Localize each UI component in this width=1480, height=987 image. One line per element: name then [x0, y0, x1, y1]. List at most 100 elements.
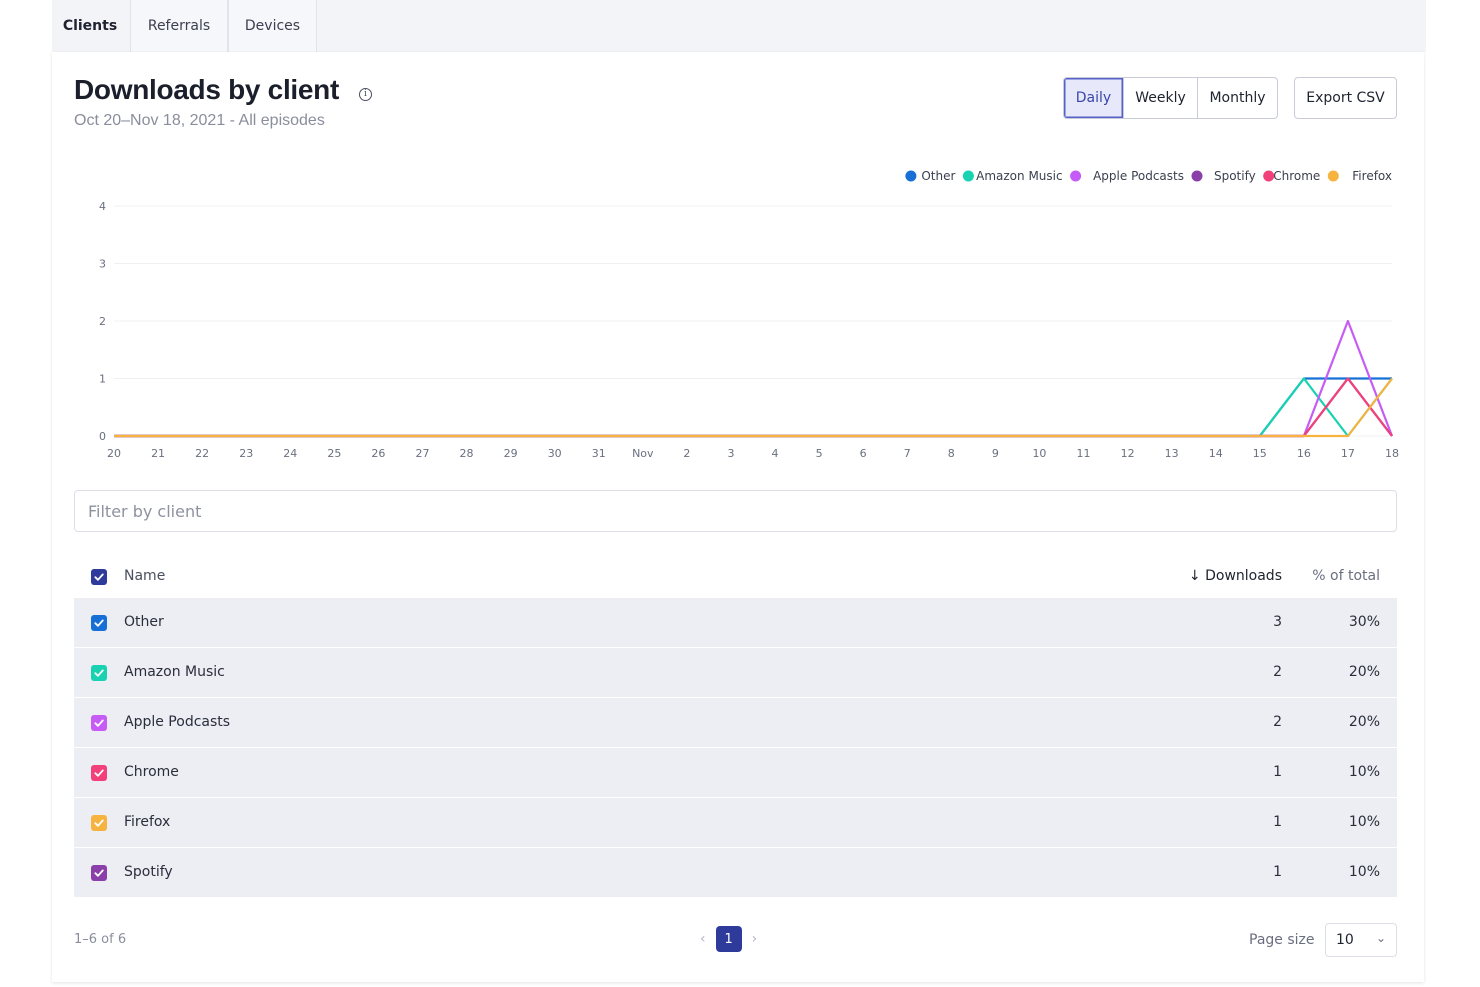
table-header: Name ↓ Downloads % of total — [74, 554, 1397, 598]
table-row[interactable]: Other 3 30% — [74, 598, 1397, 648]
x-tick-label: 28 — [460, 447, 474, 460]
x-tick-label: 13 — [1165, 447, 1179, 460]
row-checkbox[interactable] — [91, 665, 107, 681]
client-name: Spotify — [124, 864, 173, 880]
tab-bar: Clients Referrals Devices — [52, 0, 1426, 52]
download-count: 3 — [1273, 614, 1282, 630]
x-tick-label: 4 — [772, 447, 779, 460]
client-table-body: Other 3 30% Amazon Music 2 20% Apple Podcasts 2… — [74, 598, 1397, 898]
info-icon[interactable]: i — [359, 88, 372, 101]
page-size-select[interactable]: 10 ⌄ — [1325, 923, 1397, 957]
y-tick-label: 0 — [99, 430, 106, 443]
x-tick-label: 16 — [1297, 447, 1311, 460]
table-row[interactable]: Chrome 1 10% — [74, 748, 1397, 798]
percent-of-total: 20% — [1348, 664, 1380, 680]
y-tick-label: 3 — [99, 258, 106, 271]
table-row[interactable]: Spotify 1 10% — [74, 848, 1397, 898]
next-page-icon[interactable]: › — [752, 931, 758, 947]
x-tick-label: 22 — [195, 447, 209, 460]
period-toggle: Daily Weekly Monthly — [1063, 77, 1278, 119]
x-tick-label: 10 — [1032, 447, 1046, 460]
legend-label: Amazon Music — [976, 169, 1062, 183]
legend-dot — [1070, 170, 1082, 182]
date-range-subtitle: Oct 20–Nov 18, 2021 - All episodes — [74, 112, 325, 129]
daily-button[interactable]: Daily — [1064, 78, 1124, 118]
series-line-firefox — [114, 377, 1393, 438]
legend-label: Apple Podcasts — [1093, 169, 1184, 183]
page-size-label: Page size — [1249, 932, 1315, 948]
x-tick-label: 12 — [1121, 447, 1135, 460]
percent-of-total: 20% — [1348, 714, 1380, 730]
client-name: Amazon Music — [124, 664, 225, 680]
download-count: 2 — [1273, 714, 1282, 730]
x-tick-label: 3 — [727, 447, 734, 460]
x-tick-label: 15 — [1253, 447, 1267, 460]
legend-label: Other — [921, 169, 955, 183]
page-title: Downloads by client — [74, 74, 340, 105]
prev-page-icon[interactable]: ‹ — [700, 931, 706, 947]
tab-devices[interactable]: Devices — [228, 0, 317, 52]
table-row[interactable]: Firefox 1 10% — [74, 798, 1397, 848]
tab-clients[interactable]: Clients — [52, 0, 128, 52]
result-count: 1–6 of 6 — [74, 932, 127, 947]
series-line-amazon-music — [114, 377, 1393, 438]
x-tick-label: 21 — [151, 447, 165, 460]
row-checkbox[interactable] — [91, 815, 107, 831]
column-percent[interactable]: % of total — [1312, 568, 1380, 584]
x-tick-label: 20 — [107, 447, 121, 460]
x-tick-label: 7 — [904, 447, 911, 460]
download-count: 1 — [1273, 864, 1282, 880]
x-tick-label: 11 — [1077, 447, 1091, 460]
x-tick-label: 2 — [683, 447, 690, 460]
pagination: ‹ 1 › — [700, 926, 757, 952]
x-tick-label: 18 — [1385, 447, 1399, 460]
row-checkbox[interactable] — [91, 865, 107, 881]
percent-of-total: 10% — [1348, 764, 1380, 780]
select-all-checkbox[interactable] — [91, 569, 107, 585]
x-tick-label: 25 — [327, 447, 341, 460]
filter-client-input[interactable]: Filter by client — [74, 490, 1397, 532]
chevron-down-icon: ⌄ — [1375, 931, 1386, 945]
row-checkbox[interactable] — [91, 715, 107, 731]
legend-dot — [905, 170, 917, 182]
row-checkbox[interactable] — [91, 615, 107, 631]
downloads-line-chart: 0123420 21 22 23 24 25 26 27 28 29 30 31 Nov 2 3 4 5 6 7 8 9… — [99, 169, 1399, 460]
table-row[interactable]: Amazon Music 2 20% — [74, 648, 1397, 698]
client-name: Apple Podcasts — [124, 714, 231, 730]
weekly-button[interactable]: Weekly — [1124, 78, 1198, 118]
x-tick-label: Nov — [632, 447, 654, 460]
series-line-spotify — [114, 377, 1393, 438]
percent-of-total: 10% — [1348, 864, 1380, 880]
legend-dot — [1263, 170, 1275, 182]
client-name: Chrome — [124, 764, 179, 780]
download-count: 2 — [1273, 664, 1282, 680]
percent-of-total: 30% — [1348, 614, 1380, 630]
monthly-button[interactable]: Monthly — [1198, 78, 1277, 118]
y-tick-label: 4 — [99, 200, 106, 213]
x-tick-label: 14 — [1209, 447, 1223, 460]
x-tick-label: 31 — [592, 447, 606, 460]
x-tick-label: 9 — [992, 447, 999, 460]
x-tick-label: 27 — [415, 447, 429, 460]
download-count: 1 — [1273, 814, 1282, 830]
legend-dot — [1327, 170, 1339, 182]
clients-card: Downloads by client i Oct 20–Nov 18, 202… — [52, 52, 1424, 982]
page-1-button[interactable]: 1 — [715, 926, 742, 952]
x-tick-label: 17 — [1341, 447, 1355, 460]
column-name[interactable]: Name — [124, 568, 165, 584]
download-count: 1 — [1273, 764, 1282, 780]
x-tick-label: 29 — [504, 447, 518, 460]
y-tick-label: 2 — [99, 315, 106, 328]
tab-referrals[interactable]: Referrals — [130, 0, 228, 52]
percent-of-total: 10% — [1348, 814, 1380, 830]
export-csv-button[interactable]: Export CSV — [1294, 77, 1397, 119]
table-row[interactable]: Apple Podcasts 2 20% — [74, 698, 1397, 748]
x-tick-label: 23 — [239, 447, 253, 460]
y-tick-label: 1 — [99, 373, 106, 386]
row-checkbox[interactable] — [91, 765, 107, 781]
legend-dot — [1191, 170, 1203, 182]
legend-label: Spotify — [1214, 169, 1256, 183]
column-downloads[interactable]: ↓ Downloads — [1189, 568, 1282, 584]
x-tick-label: 6 — [860, 447, 867, 460]
legend-label: Firefox — [1352, 169, 1392, 183]
